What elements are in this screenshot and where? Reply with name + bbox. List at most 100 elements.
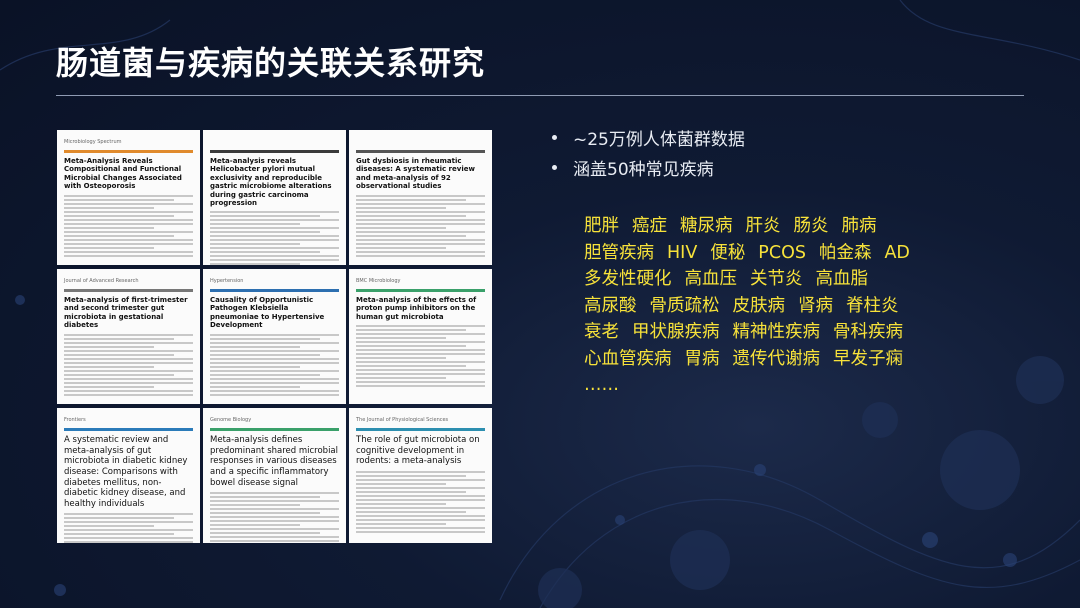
paper-text-line bbox=[64, 381, 193, 384]
paper-text-line bbox=[210, 357, 339, 360]
paper-text-line bbox=[64, 250, 193, 253]
paper-title: Causality of Opportunistic Pathogen Kleb… bbox=[210, 296, 325, 330]
paper-text-line bbox=[210, 369, 339, 372]
paper-text-line bbox=[356, 494, 485, 497]
disease-item: AD bbox=[884, 242, 910, 263]
paper-text-line bbox=[210, 337, 320, 340]
paper-text-line bbox=[210, 500, 339, 503]
paper-text-line bbox=[210, 524, 301, 527]
paper-text-line bbox=[210, 255, 339, 258]
disease-item: 肥胖 bbox=[584, 216, 619, 236]
disease-item: 心血管疾病 bbox=[584, 348, 672, 369]
paper-text-line bbox=[356, 337, 447, 340]
paper-text-line bbox=[356, 333, 485, 336]
paper-text-line bbox=[356, 202, 485, 205]
paper-text-line bbox=[64, 349, 193, 352]
paper-text-line bbox=[64, 389, 193, 392]
paper-text-line bbox=[210, 373, 320, 376]
paper-text-line bbox=[356, 246, 447, 249]
paper-accent-bar bbox=[64, 289, 193, 292]
paper-text-line bbox=[356, 526, 485, 529]
disease-item: 糖尿病 bbox=[680, 216, 733, 236]
paper-text-line bbox=[210, 251, 320, 254]
paper-text-line bbox=[64, 537, 193, 540]
bullet-text: ~25万例人体菌群数据 bbox=[573, 129, 745, 150]
disease-item: 骨科疾病 bbox=[833, 322, 903, 342]
paper-text-line bbox=[64, 345, 155, 348]
disease-row: …… bbox=[584, 372, 1024, 399]
paper-text-line bbox=[210, 243, 301, 246]
paper-text-line bbox=[210, 496, 320, 499]
paper-thumbnail: Hypertension Causality of Opportunistic P… bbox=[203, 269, 346, 404]
disease-row: 高尿酸 骨质疏松 皮肤病 肾病 脊柱炎 bbox=[584, 293, 1024, 320]
paper-text-line bbox=[356, 254, 485, 257]
paper-text-line bbox=[210, 211, 339, 214]
paper-text-line bbox=[210, 381, 339, 384]
paper-text-line bbox=[356, 234, 466, 237]
paper-thumbnail: Gut dysbiosis in rheumatic diseases: A s… bbox=[349, 130, 492, 265]
disease-row: 多发性硬化 高血压 关节炎 高血脂 bbox=[584, 266, 1024, 293]
paper-text-line bbox=[210, 223, 301, 226]
disease-item: 早发子痫 bbox=[833, 348, 903, 369]
paper-text-line bbox=[356, 369, 485, 372]
paper-text-line bbox=[64, 513, 193, 516]
disease-item: PCOS bbox=[758, 242, 806, 263]
paper-text-line bbox=[356, 470, 485, 473]
paper-text-line bbox=[64, 198, 174, 201]
paper-thumbnail: Genome Biology Meta-analysis defines pred… bbox=[203, 408, 346, 543]
disease-item: 甲状腺疾病 bbox=[632, 322, 720, 342]
paper-text-line bbox=[210, 508, 339, 511]
paper-accent-bar bbox=[210, 289, 339, 292]
disease-item: 衰老 bbox=[584, 322, 619, 342]
disease-item: HIV bbox=[667, 242, 698, 263]
paper-title: Meta-Analysis Reveals Compositional and … bbox=[64, 157, 182, 191]
paper-text-line bbox=[64, 222, 193, 225]
bullet-text: 涵盖50种常见疾病 bbox=[573, 159, 714, 180]
paper-text-line bbox=[356, 514, 485, 517]
paper-text-line bbox=[210, 385, 301, 388]
paper-text-line bbox=[356, 510, 466, 513]
disease-item: 皮肤病 bbox=[732, 295, 786, 316]
paper-text-line bbox=[356, 486, 485, 489]
paper-text-line bbox=[356, 341, 485, 344]
disease-row: 肥胖 癌症 糖尿病 肝炎 肠炎 肺病 bbox=[584, 213, 1024, 240]
bullet-item: 涵盖50种常见疾病 bbox=[552, 152, 745, 182]
paper-text-line bbox=[356, 194, 485, 197]
disease-row: 胆管疾病 HIV 便秘 PCOS 帕金森 AD bbox=[584, 240, 1024, 267]
paper-journal: Hypertension bbox=[210, 278, 244, 284]
paper-text-line bbox=[210, 227, 339, 230]
paper-text-line bbox=[64, 357, 193, 360]
disease-item: 肺病 bbox=[841, 216, 877, 236]
paper-text-line bbox=[356, 506, 485, 509]
paper-journal: Microbiology Spectrum bbox=[64, 139, 122, 145]
disease-item: 胆管疾病 bbox=[584, 242, 654, 263]
paper-title: Meta-analysis reveals Helicobacter pylor… bbox=[210, 157, 332, 207]
paper-text-line bbox=[210, 393, 339, 396]
disease-item: 骨质疏松 bbox=[649, 295, 720, 316]
paper-journal: Genome Biology bbox=[210, 417, 252, 423]
disease-item: 精神性疾病 bbox=[732, 322, 821, 342]
paper-title: Gut dysbiosis in rheumatic diseases: A s… bbox=[356, 157, 475, 191]
paper-text-line bbox=[356, 482, 447, 485]
paper-accent-bar bbox=[356, 428, 485, 431]
paper-text-line bbox=[210, 536, 339, 539]
paper-text-line bbox=[356, 238, 485, 241]
paper-text-line bbox=[210, 532, 320, 535]
paper-text-line bbox=[210, 520, 339, 523]
paper-accent-bar bbox=[64, 150, 193, 153]
paper-text-line bbox=[64, 521, 193, 524]
paper-text-line bbox=[210, 345, 301, 348]
paper-text-line bbox=[356, 502, 447, 505]
paper-title: Meta-analysis of first-trimester and sec… bbox=[64, 296, 188, 330]
paper-text-line bbox=[356, 226, 447, 229]
disease-item: 癌症 bbox=[632, 216, 667, 236]
paper-accent-bar bbox=[356, 150, 485, 153]
paper-text-line bbox=[356, 250, 485, 253]
paper-text-line bbox=[210, 219, 339, 222]
paper-text-line bbox=[356, 222, 485, 225]
paper-journal: Frontiers bbox=[64, 417, 86, 423]
paper-text-line bbox=[64, 353, 174, 356]
disease-item: 肾病 bbox=[798, 295, 833, 316]
paper-accent-bar bbox=[356, 289, 485, 292]
paper-text-line bbox=[210, 353, 320, 356]
